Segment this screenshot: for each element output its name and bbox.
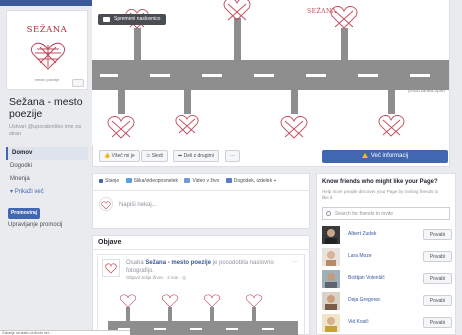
browser-status-bar: Čakanje na static.xx.fbcdn.net...: [0, 330, 130, 335]
like-label: Všeč mi je: [111, 153, 135, 159]
cover-text: SEŽANA: [307, 8, 337, 15]
search-icon: [326, 211, 331, 216]
friend-name[interactable]: Boštjan Volenšič: [348, 275, 385, 281]
tab-event-label: Dogodek, izdelek +: [233, 178, 277, 184]
post-avatar[interactable]: [102, 259, 120, 277]
calendar-icon: [225, 178, 232, 183]
tab-live-label: Video v živo: [192, 178, 220, 184]
tab-photo-label: Slika/videoposnetek: [133, 178, 179, 184]
post-meta: Objavil Jelija Živec · 2 min · ◎: [126, 275, 187, 280]
tab-status[interactable]: Stanje: [99, 178, 119, 184]
video-icon: [184, 178, 191, 183]
share-label: Deli z drugimi: [183, 153, 214, 159]
camera-icon: [103, 17, 110, 22]
share-button[interactable]: ➦ Deli z drugimi: [173, 150, 219, 162]
nav-item-reviews[interactable]: Mnenja: [6, 173, 88, 186]
nav-item-home[interactable]: Domov: [6, 147, 88, 160]
learn-more-button[interactable]: Več informacij: [322, 150, 448, 163]
tab-status-label: Stanje: [105, 178, 120, 184]
tab-live-video[interactable]: Video v živo: [184, 178, 219, 184]
learn-more-label: Več informacij: [370, 153, 409, 159]
profile-logo-text: SEŽANA: [26, 25, 68, 35]
friend-search-input[interactable]: Search for friends to invite: [322, 207, 450, 220]
photo-icon: [125, 178, 132, 183]
cover-credit: podcrtanka.splet: [408, 88, 445, 94]
more-button[interactable]: ···: [225, 150, 240, 162]
page-navigation: Domov Dogodki Mnenja ▾ Prikaži več: [6, 147, 88, 199]
page-avatar: [99, 197, 113, 211]
manage-promotions-link[interactable]: Upravljanje promocij: [8, 222, 62, 228]
cover-photo[interactable]: SEŽANA Spremeni naslovnico podcrtanka.sp…: [92, 0, 450, 145]
thumbs-up-icon: 👍: [104, 153, 112, 159]
create-username-link[interactable]: Ustvari @uporabniško ime za stran: [9, 124, 89, 138]
heart-logo-icon: [30, 42, 66, 70]
friend-row: Albert Zudek Povabi: [322, 225, 452, 247]
camera-icon[interactable]: [72, 79, 84, 87]
friend-name[interactable]: Lara Moze: [348, 253, 372, 259]
nav-item-events[interactable]: Dogodki: [6, 160, 88, 173]
profile-picture[interactable]: SEŽANA mesto poezije: [6, 10, 88, 90]
tab-photo-video[interactable]: Slika/videoposnetek: [125, 178, 179, 184]
invite-button[interactable]: Povabi: [423, 317, 452, 328]
search-placeholder: Search for friends to invite: [335, 211, 394, 217]
invite-friends-panel: Know friends who might like your Page? H…: [316, 173, 456, 335]
friend-name[interactable]: Deja Gregorec: [348, 297, 381, 303]
friend-row: Boštjan Volenšič Povabi: [322, 269, 452, 291]
post-page-link[interactable]: Sežana - mesto poezije: [145, 260, 211, 266]
friend-avatar[interactable]: [322, 270, 340, 288]
top-bar-fragment: [0, 0, 92, 6]
friend-row: Vid Kosič Povabi: [322, 313, 452, 335]
friend-name[interactable]: Vid Kosič: [348, 319, 369, 325]
composer-input[interactable]: Napiši nekaj...: [119, 202, 157, 208]
invite-button[interactable]: Povabi: [423, 229, 452, 240]
promote-button[interactable]: Promoviraj: [8, 208, 40, 219]
heart-logo-icon: [105, 263, 117, 274]
follow-label: Sledi: [151, 153, 163, 159]
friend-row: Deja Gregorec Povabi: [322, 291, 452, 313]
post-prefix: Osaba: [126, 260, 146, 266]
friend-avatar[interactable]: [322, 226, 340, 244]
change-cover-button[interactable]: Spremeni naslovnico: [98, 14, 167, 25]
post-author-line: Osaba Sežana - mesto poezije je posodobi…: [126, 259, 276, 275]
change-cover-label: Spremeni naslovnico: [114, 16, 161, 22]
page-action-bar: 👍 Všeč mi je ⊃ Sledi ➦ Deli z drugimi ··…: [92, 145, 450, 167]
page-title: Sežana - mesto poezije: [9, 96, 83, 120]
like-button[interactable]: 👍 Všeč mi je: [99, 150, 140, 162]
invite-button[interactable]: Povabi: [423, 295, 452, 306]
follow-button[interactable]: ⊃ Sledi: [141, 150, 168, 162]
invite-title: Know friends who might like your Page?: [322, 179, 438, 185]
post-cover-image[interactable]: [108, 287, 298, 335]
warning-icon: [361, 153, 368, 158]
heart-logo-icon: [101, 201, 111, 210]
post-composer: Stanje Slika/videoposnetek Video v živo …: [92, 173, 310, 229]
post-options-button[interactable]: ···: [292, 259, 298, 265]
nav-show-more[interactable]: ▾ Prikaži več: [6, 186, 88, 199]
invite-button[interactable]: Povabi: [423, 251, 452, 262]
posts-heading: Objave: [93, 236, 309, 250]
invite-button[interactable]: Povabi: [423, 273, 452, 284]
pencil-icon: [99, 179, 103, 183]
composer-tabs: Stanje Slika/videoposnetek Video v živo …: [93, 174, 309, 191]
friend-avatar[interactable]: [322, 314, 340, 332]
friend-avatar[interactable]: [322, 292, 340, 310]
post-card: Osaba Sežana - mesto poezije je posodobi…: [97, 254, 305, 335]
friend-name[interactable]: Albert Zudek: [348, 231, 376, 237]
left-sidebar: SEŽANA mesto poezije Sežana - mesto poez…: [0, 0, 92, 335]
friend-avatar[interactable]: [322, 248, 340, 266]
show-more-label: Prikaži več: [14, 189, 44, 195]
tab-event[interactable]: Dogodek, izdelek +: [225, 178, 277, 184]
posts-section: Objave Osaba Sežana - mesto poezije je p…: [92, 235, 310, 335]
composer-body[interactable]: Napiši nekaj...: [93, 191, 309, 211]
friend-row: Lara Moze Povabi: [322, 247, 452, 269]
invite-subtitle: Help more people discover your Page by i…: [322, 189, 439, 200]
